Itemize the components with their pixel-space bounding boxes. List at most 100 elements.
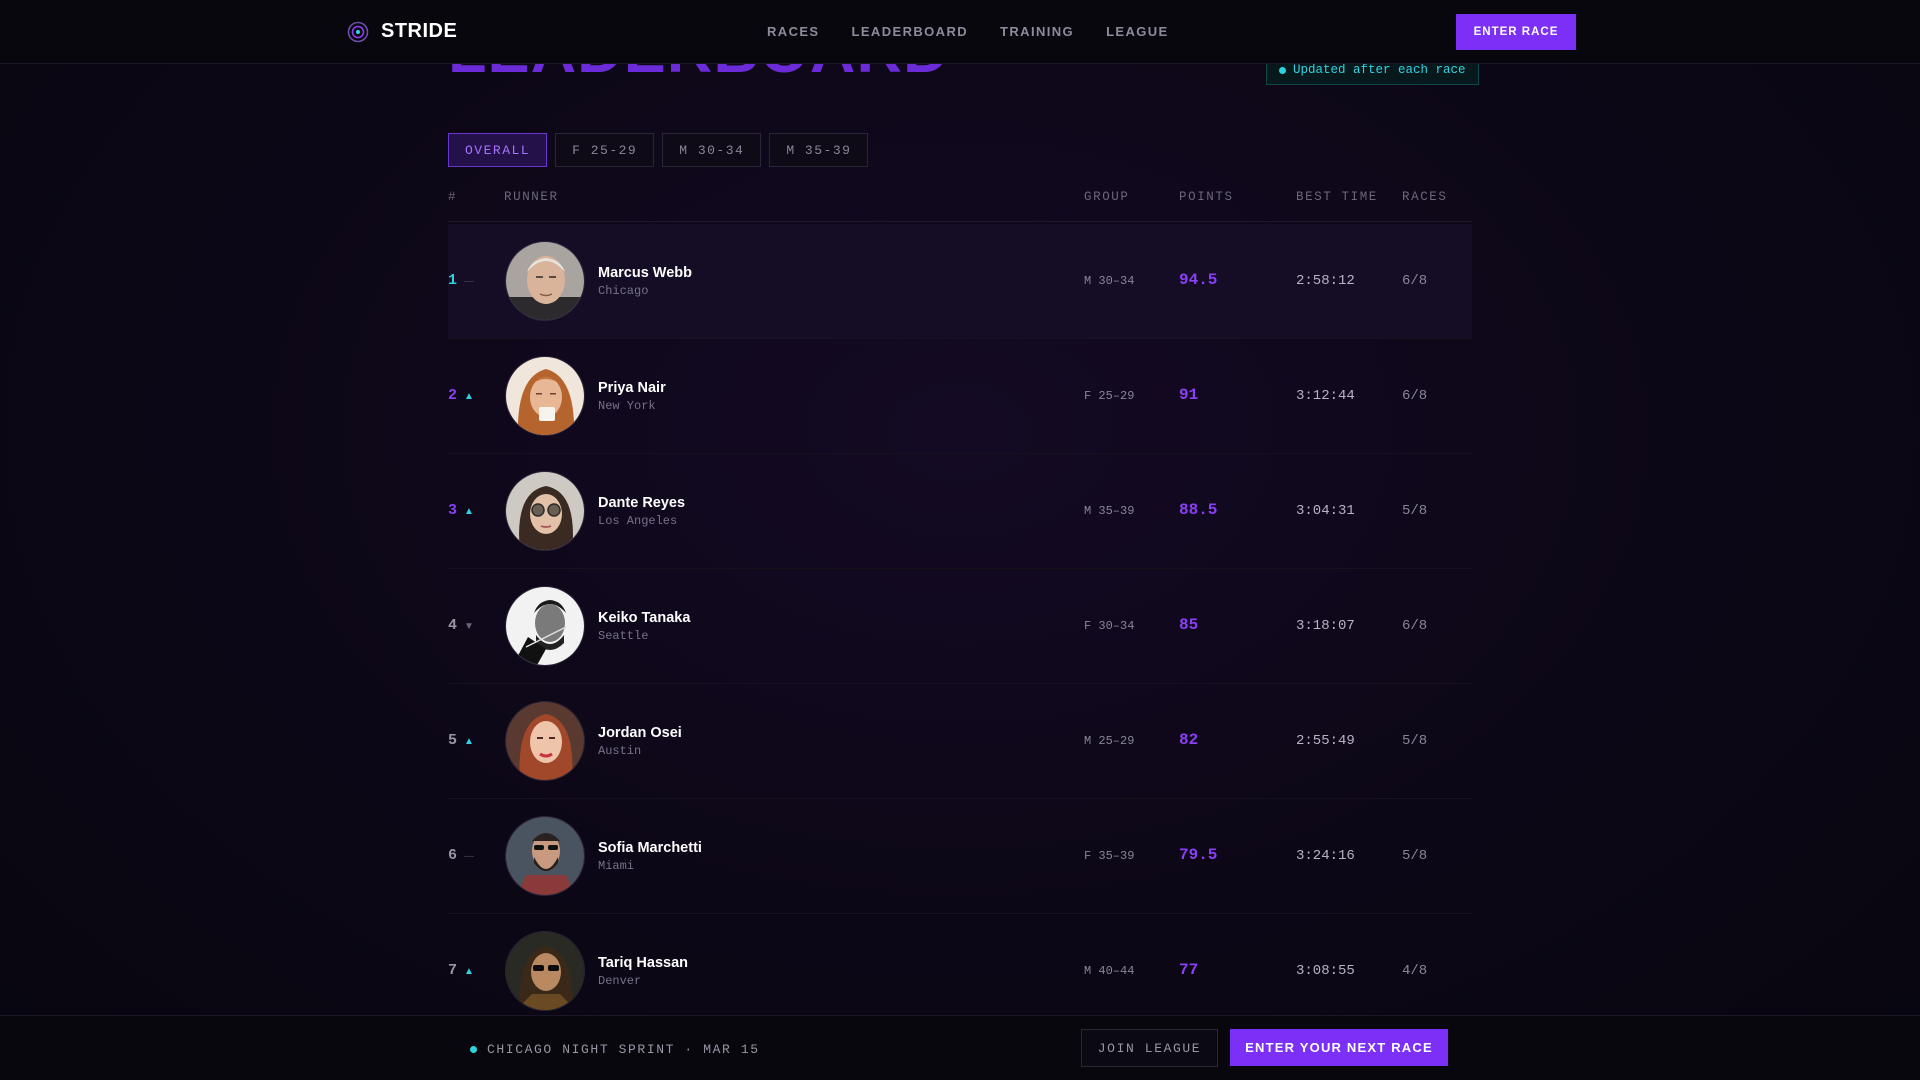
runner-name[interactable]: Dante Reyes xyxy=(598,495,685,511)
avatar xyxy=(505,241,585,321)
live-dot-icon xyxy=(470,1046,477,1053)
table-row[interactable]: 6 — Sofia Marchetti Miami F 35–39 79.5 3… xyxy=(448,799,1472,914)
avatar xyxy=(505,586,585,666)
col-rank: # xyxy=(448,190,458,204)
runner-points: 85 xyxy=(1179,616,1199,634)
avatar xyxy=(505,356,585,436)
runner-points: 91 xyxy=(1179,386,1199,404)
runner-races: 6/8 xyxy=(1402,388,1428,404)
col-runner: RUNNER xyxy=(504,190,559,204)
runner-group: F 30–34 xyxy=(1084,619,1135,633)
runner-city: Los Angeles xyxy=(598,514,678,528)
runner-city: Chicago xyxy=(598,284,649,298)
status-dot xyxy=(1279,67,1286,74)
runner-races: 5/8 xyxy=(1402,503,1428,519)
table-header: # RUNNER GROUP POINTS BEST TIME RACES xyxy=(448,190,1472,222)
runner-name[interactable]: Keiko Tanaka xyxy=(598,610,690,626)
runner-group: M 40–44 xyxy=(1084,964,1135,978)
runner-best-time: 2:58:12 xyxy=(1296,273,1355,289)
runner-name[interactable]: Priya Nair xyxy=(598,380,666,396)
runner-best-time: 2:55:49 xyxy=(1296,733,1355,749)
runner-group: M 25–29 xyxy=(1084,734,1135,748)
avatar xyxy=(505,701,585,781)
rank-number: 2 xyxy=(448,387,458,404)
runner-city: New York xyxy=(598,399,656,413)
runner-name[interactable]: Jordan Osei xyxy=(598,725,682,741)
runner-city: Denver xyxy=(598,974,642,988)
update-badge-text: Updated after each race xyxy=(1293,62,1466,77)
runner-city: Seattle xyxy=(598,629,649,643)
runner-group: M 35–39 xyxy=(1084,504,1135,518)
table-row[interactable]: 5 ▲ Jordan Osei Austin M 25–29 82 2:55:4… xyxy=(448,684,1472,799)
next-event-text: CHICAGO NIGHT SPRINT · MAR 15 xyxy=(487,1042,760,1057)
runner-races: 5/8 xyxy=(1402,733,1428,749)
trend-up-icon: ▲ xyxy=(464,391,474,402)
runner-group: F 25–29 xyxy=(1084,389,1135,403)
table-row[interactable]: 7 ▲ Tariq Hassan Denver M 40–44 77 3:08:… xyxy=(448,914,1472,1029)
rank-number: 1 xyxy=(448,272,458,289)
rank-number: 7 xyxy=(448,962,458,979)
runner-points: 94.5 xyxy=(1179,271,1218,289)
leaderboard-table: 1 — Marcus Webb Chicago M 30–34 94.5 2:5… xyxy=(448,224,1472,1029)
rank-number: 4 xyxy=(448,617,458,634)
table-row[interactable]: 2 ▲ Priya Nair New York F 25–29 91 3:12:… xyxy=(448,339,1472,454)
enter-next-race-button[interactable]: ENTER YOUR NEXT RACE xyxy=(1230,1029,1448,1066)
col-group: GROUP xyxy=(1084,190,1130,204)
runner-best-time: 3:24:16 xyxy=(1296,848,1355,864)
avatar xyxy=(505,816,585,896)
runner-points: 79.5 xyxy=(1179,846,1218,864)
brand-name: STRIDE xyxy=(381,20,458,42)
top-nav: STRIDE RACES LEADERBOARD TRAINING LEAGUE… xyxy=(0,0,1920,64)
target-icon xyxy=(347,21,369,42)
rank-number: 6 xyxy=(448,847,458,864)
nav-races[interactable]: RACES xyxy=(767,24,820,39)
runner-races: 5/8 xyxy=(1402,848,1428,864)
trend-up-icon: ▲ xyxy=(464,506,474,517)
tab-f-25-29[interactable]: F 25-29 xyxy=(555,133,655,167)
enter-race-button[interactable]: ENTER RACE xyxy=(1456,14,1576,50)
tab-overall[interactable]: OVERALL xyxy=(448,133,548,167)
next-event: CHICAGO NIGHT SPRINT · MAR 15 xyxy=(470,1042,760,1057)
col-best-time: BEST TIME xyxy=(1296,190,1378,204)
group-tabs: OVERALL F 25-29 M 30-34 M 35-39 xyxy=(448,133,869,167)
trend-flat-icon: — xyxy=(464,276,474,287)
runner-group: F 35–39 xyxy=(1084,849,1135,863)
avatar xyxy=(505,931,585,1011)
runner-races: 6/8 xyxy=(1402,618,1428,634)
nav-links: RACES LEADERBOARD TRAINING LEAGUE xyxy=(767,24,1169,39)
runner-city: Miami xyxy=(598,859,635,873)
table-row[interactable]: 4 ▼ Keiko Tanaka Seattle F 30–34 85 3:18… xyxy=(448,569,1472,684)
runner-races: 6/8 xyxy=(1402,273,1428,289)
runner-best-time: 3:08:55 xyxy=(1296,963,1355,979)
trend-up-icon: ▲ xyxy=(464,966,474,977)
join-league-button[interactable]: JOIN LEAGUE xyxy=(1081,1029,1218,1067)
runner-points: 77 xyxy=(1179,961,1199,979)
col-points: POINTS xyxy=(1179,190,1234,204)
runner-points: 88.5 xyxy=(1179,501,1218,519)
nav-training[interactable]: TRAINING xyxy=(1000,24,1074,39)
runner-name[interactable]: Tariq Hassan xyxy=(598,955,688,971)
table-row[interactable]: 1 — Marcus Webb Chicago M 30–34 94.5 2:5… xyxy=(448,224,1472,339)
bottom-bar: CHICAGO NIGHT SPRINT · MAR 15 JOIN LEAGU… xyxy=(0,1015,1920,1080)
runner-races: 4/8 xyxy=(1402,963,1428,979)
runner-name[interactable]: Marcus Webb xyxy=(598,265,692,281)
avatar xyxy=(505,471,585,551)
trend-up-icon: ▲ xyxy=(464,736,474,747)
runner-best-time: 3:12:44 xyxy=(1296,388,1355,404)
nav-leaderboard[interactable]: LEADERBOARD xyxy=(852,24,969,39)
tab-m-30-34[interactable]: M 30-34 xyxy=(662,133,762,167)
runner-name[interactable]: Sofia Marchetti xyxy=(598,840,702,856)
nav-league[interactable]: LEAGUE xyxy=(1106,24,1169,39)
runner-points: 82 xyxy=(1179,731,1199,749)
runner-best-time: 3:04:31 xyxy=(1296,503,1355,519)
trend-flat-icon: — xyxy=(464,851,474,862)
runner-group: M 30–34 xyxy=(1084,274,1135,288)
logo[interactable]: STRIDE xyxy=(347,20,457,43)
rank-number: 3 xyxy=(448,502,458,519)
runner-best-time: 3:18:07 xyxy=(1296,618,1355,634)
rank-number: 5 xyxy=(448,732,458,749)
col-races: RACES xyxy=(1402,190,1448,204)
table-row[interactable]: 3 ▲ Dante Reyes Los Angeles M 35–39 88.5… xyxy=(448,454,1472,569)
runner-city: Austin xyxy=(598,744,642,758)
tab-m-35-39[interactable]: M 35-39 xyxy=(769,133,869,167)
